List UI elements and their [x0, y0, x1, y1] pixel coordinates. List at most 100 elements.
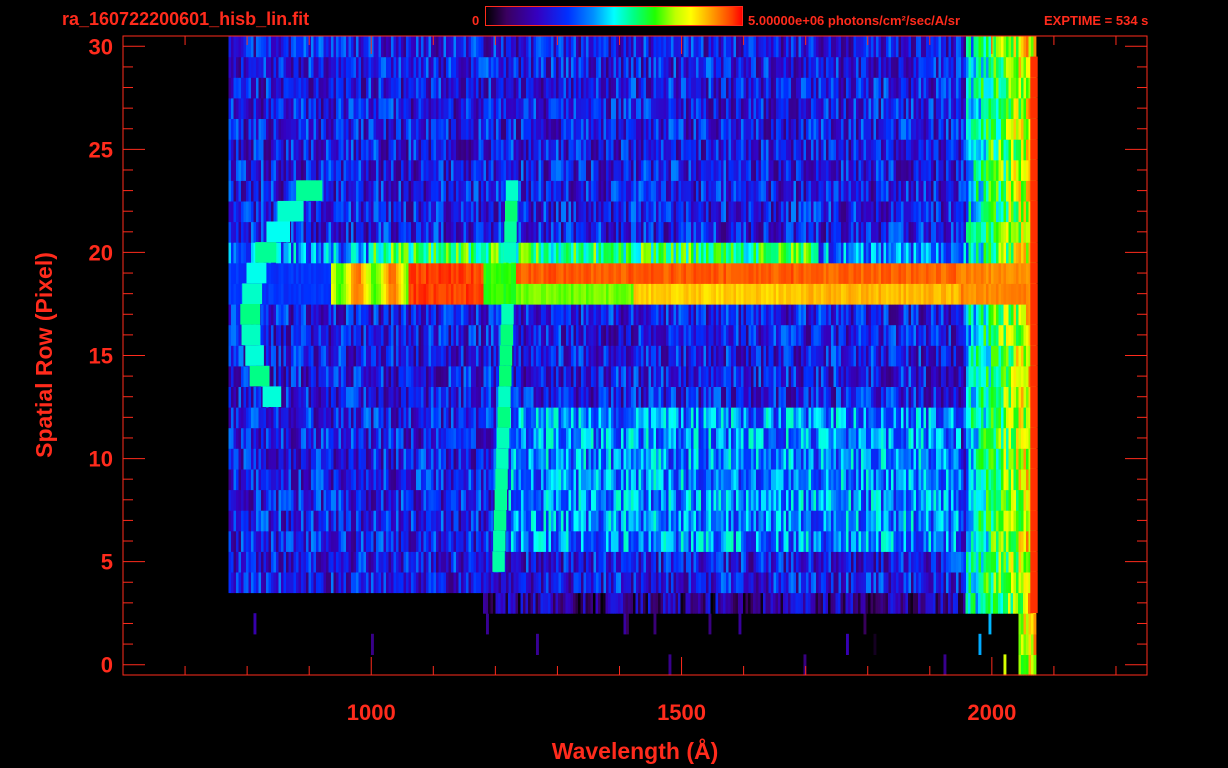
- heatmap-cell: [901, 324, 904, 346]
- heatmap-cell: [528, 283, 532, 305]
- heatmap-cell: [463, 551, 467, 573]
- heatmap-cell: [683, 530, 687, 552]
- heatmap-cell: [618, 283, 622, 305]
- heatmap-cell: [318, 365, 322, 387]
- heatmap-cell: [578, 592, 581, 614]
- heatmap-cell: [351, 468, 354, 491]
- heatmap-cell: [826, 551, 829, 573]
- heatmap-cell: [581, 448, 584, 470]
- heatmap-cell: [943, 345, 947, 367]
- heatmap-cell: [948, 551, 952, 573]
- heatmap-cell: [396, 571, 399, 594]
- heatmap-cell: [988, 427, 992, 449]
- heatmap-cell: [1018, 324, 1022, 346]
- heatmap-cell: [311, 304, 314, 326]
- heatmap-cell: [663, 324, 667, 346]
- heatmap-cell: [578, 468, 582, 491]
- heatmap-cell: [1026, 571, 1029, 594]
- heatmap-cell: [368, 283, 372, 305]
- heatmap-cell: [458, 448, 462, 470]
- heatmap-cell: [851, 386, 854, 408]
- heatmap-cell: [513, 489, 517, 511]
- heatmap-cell: [421, 407, 424, 429]
- heatmap-cell: [838, 304, 842, 326]
- heatmap-cell: [408, 283, 412, 305]
- heatmap-cell: [316, 510, 319, 532]
- heatmap-cell: [396, 427, 399, 449]
- heatmap-cell: [538, 324, 542, 346]
- heatmap-cell: [888, 365, 892, 387]
- heatmap-cell: [441, 386, 444, 408]
- heatmap-cell: [636, 345, 639, 367]
- heatmap-cell: [721, 551, 724, 573]
- heatmap-cell: [803, 386, 807, 408]
- heatmap-cell: [776, 530, 779, 552]
- heatmap-cell: [1003, 448, 1007, 470]
- heatmap-cell: [808, 530, 812, 552]
- heatmap-cell: [878, 304, 882, 326]
- heatmap-cell: [593, 571, 597, 594]
- heatmap-cell: [536, 468, 539, 491]
- heatmap-cell: [688, 530, 692, 552]
- heatmap-cell: [633, 386, 637, 408]
- heatmap-cell: [693, 571, 697, 594]
- heatmap-cell: [491, 427, 494, 449]
- heatmap-cell: [336, 489, 339, 511]
- heatmap-cell: [926, 365, 929, 387]
- heatmap-cell: [758, 530, 762, 552]
- heatmap-cell: [306, 365, 309, 387]
- heatmap-cell: [688, 489, 692, 511]
- heatmap-cell: [623, 407, 627, 429]
- heatmap-cell: [705, 592, 709, 614]
- heatmap-cell: [556, 427, 559, 449]
- heatmap-cell: [828, 386, 832, 408]
- heatmap-cell: [356, 324, 359, 346]
- heatmap-cell: [608, 448, 612, 470]
- heatmap-cell: [893, 571, 897, 594]
- heatmap-cell: [601, 386, 604, 408]
- heatmap-cell: [373, 427, 377, 449]
- heatmap-cell: [786, 571, 789, 594]
- heatmap-cell: [468, 448, 472, 470]
- heatmap-cell: [703, 365, 707, 387]
- heatmap-cell: [633, 530, 637, 552]
- heatmap-cell: [963, 571, 967, 594]
- heatmap-cell: [716, 427, 719, 449]
- heatmap-cell: [466, 510, 469, 532]
- heatmap-cell: [471, 448, 474, 470]
- heatmap-cell: [338, 551, 342, 573]
- heatmap-cell: [378, 365, 382, 387]
- heatmap-cell: [736, 345, 739, 367]
- heatmap-cell: [821, 489, 824, 511]
- heatmap-cell: [386, 324, 389, 346]
- heatmap-cell: [471, 530, 474, 552]
- heatmap-cell: [228, 283, 232, 305]
- heatmap-cell: [373, 551, 377, 573]
- heatmap-cell: [978, 551, 982, 573]
- heatmap-cell: [675, 592, 679, 614]
- heatmap-cell: [366, 304, 369, 326]
- heatmap-cell: [811, 530, 814, 552]
- heatmap-cell: [423, 427, 427, 449]
- heatmap-cell: [656, 530, 659, 552]
- heatmap-cell: [428, 468, 432, 491]
- heatmap-cell: [386, 407, 389, 429]
- heatmap-cell: [973, 510, 977, 532]
- heatmap-cell: [353, 448, 357, 470]
- heatmap-cell: [291, 530, 294, 552]
- heatmap-cell: [831, 345, 834, 367]
- heatmap-cell: [623, 448, 627, 470]
- heatmap-cell: [256, 489, 259, 511]
- heatmap-cell: [603, 324, 607, 346]
- heatmap-cell: [328, 530, 332, 552]
- heatmap-cell: [893, 427, 897, 449]
- heatmap-cell: [803, 427, 807, 449]
- heatmap-cell: [841, 468, 844, 491]
- heatmap-cell: [828, 407, 832, 429]
- heatmap-cell: [786, 530, 789, 552]
- heatmap-cell: [376, 571, 379, 594]
- heatmap-cell: [1021, 448, 1024, 470]
- heatmap-cell: [598, 407, 602, 429]
- heatmap-cell: [961, 407, 964, 429]
- heatmap-cell: [371, 489, 374, 511]
